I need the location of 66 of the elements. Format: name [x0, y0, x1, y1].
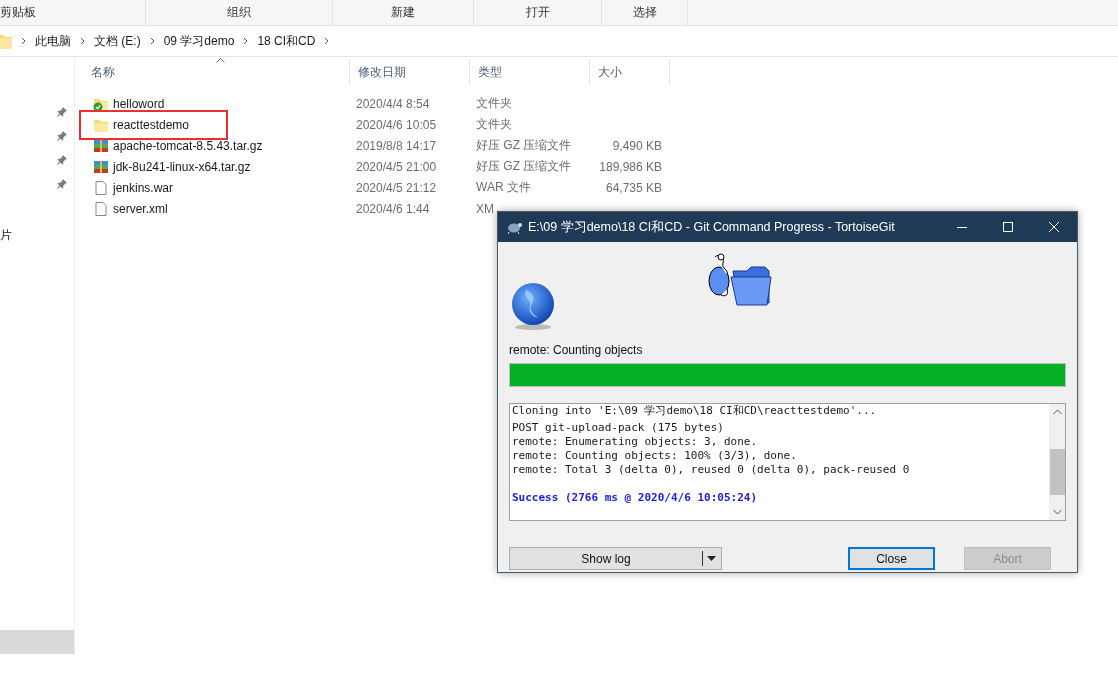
file-type: WAR 文件	[476, 179, 531, 196]
file-name[interactable]: jdk-8u241-linux-x64.tar.gz	[113, 159, 251, 174]
log-line: Success (2766 ms @ 2020/4/6 10:05:24)	[512, 491, 758, 505]
modified-date: 2020/4/4 8:54	[356, 96, 430, 111]
sidebar-item[interactable]: 片	[0, 223, 74, 247]
file-type: XM	[476, 201, 494, 216]
file-icon	[93, 179, 109, 196]
folder-icon	[0, 33, 12, 49]
file-size: 9,490 KB	[612, 138, 662, 153]
caret-icon	[707, 556, 716, 561]
chevron-icon	[148, 36, 156, 46]
modified-date: 2020/4/6 1:44	[356, 201, 430, 216]
modified-date: 2020/4/6 10:05	[356, 117, 437, 132]
file-type: 文件夹	[476, 116, 512, 133]
dialog-button[interactable]: Close	[848, 547, 935, 570]
archive-icon	[93, 137, 109, 154]
chevron-icon	[323, 36, 331, 46]
globe-icon	[510, 282, 556, 330]
sort-caret-icon	[216, 58, 225, 63]
log-line: Cloning into 'E:\09 学习demo\18 CI和CD\reacttestdemo'...	[512, 404, 877, 418]
archive-icon	[93, 158, 109, 175]
file-type: 文件夹	[476, 95, 512, 112]
chevron-icon	[242, 36, 250, 46]
status-text: remote: Counting objects	[509, 343, 644, 359]
log-line: POST git-upload-pack (175 bytes)	[512, 421, 724, 435]
scroll-down-icon	[1052, 509, 1062, 515]
log-line: remote: Total 3 (delta 0), reused 0 (delta 0), pack-reused 0	[512, 463, 910, 477]
modified-date: 2020/4/5 21:00	[356, 159, 437, 174]
ribbon-group-label: 组织	[227, 4, 251, 21]
maximize-icon	[1003, 222, 1013, 232]
file-name[interactable]: helloword	[113, 96, 165, 111]
file-name[interactable]: apache-tomcat-8.5.43.tar.gz	[113, 138, 263, 153]
ribbon-group-label: 选择	[632, 4, 657, 21]
modified-date: 2020/4/5 21:12	[356, 180, 437, 195]
log-line: remote: Counting objects: 100% (3/3), done.	[512, 449, 797, 463]
sidebar-item[interactable]	[0, 630, 74, 654]
breadcrumb-item[interactable]: 此电脑	[35, 32, 71, 50]
scrollbar[interactable]	[1049, 404, 1065, 520]
scroll-thumb[interactable]	[1049, 449, 1065, 495]
log-line: remote: Enumerating objects: 3, done.	[512, 435, 758, 449]
column-header[interactable]: 大小	[598, 63, 622, 81]
file-name[interactable]: jenkins.war	[113, 180, 174, 195]
file-icon	[93, 200, 109, 217]
column-header[interactable]: 名称	[91, 63, 115, 81]
column-header[interactable]: 修改日期	[358, 63, 406, 81]
breadcrumb-item[interactable]: 18 CI和CD	[257, 32, 316, 50]
ribbon-group-label: 剪贴板	[0, 4, 36, 21]
scroll-up-icon	[1052, 409, 1062, 415]
close-icon	[1049, 222, 1059, 232]
turtle-icon	[506, 220, 522, 234]
ribbon-group-label: 新建	[391, 4, 415, 21]
breadcrumb-item[interactable]: 09 学习demo	[163, 32, 235, 50]
breadcrumb-item[interactable]: 文档 (E:)	[94, 32, 141, 50]
chevron-icon	[20, 36, 27, 46]
split-button[interactable]: Show log	[509, 547, 722, 570]
file-name[interactable]: reacttestdemo	[113, 117, 190, 132]
file-type: 好压 GZ 压缩文件	[476, 158, 572, 175]
window-title: E:\09 学习demo\18 CI和CD - Git Command Progress - TortoiseGit	[528, 218, 896, 236]
modified-date: 2019/8/8 14:17	[356, 138, 437, 153]
column-header[interactable]: 类型	[478, 63, 502, 81]
ribbon-group-label: 打开	[525, 4, 550, 21]
file-size: 189,986 KB	[599, 159, 662, 174]
file-size: 64,735 KB	[605, 180, 662, 195]
file-name[interactable]: server.xml	[113, 201, 168, 216]
file-type: 好压 GZ 压缩文件	[476, 137, 572, 154]
chevron-icon	[79, 36, 86, 46]
